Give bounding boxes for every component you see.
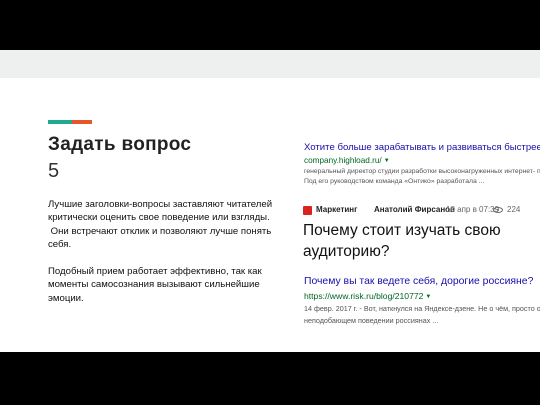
search-result-1-description: Под его руководством команда «Онтико» ра… [304,177,485,185]
search-result-1-title-link[interactable]: Хотите больше зарабатывать и развиваться… [304,141,540,154]
body-line: Подобный прием работает эффективно, так … [48,266,262,278]
search-result-2-description: неподобающем поведении россиянах ... [304,315,439,325]
caret-down-icon[interactable]: ▼ [425,294,431,300]
search-result-2: Почему вы так ведете себя, дорогие росси… [304,275,540,326]
body-line: Лучшие заголовки-вопросы заставляют чита… [48,199,273,210]
screen: Задать вопрос 5 Лучшие заголовки-вопросы… [0,0,540,405]
article-title[interactable]: Почему стоит изучать свою аудиторию? [303,220,535,262]
article-views: 224 [507,205,521,214]
slide: Задать вопрос 5 Лучшие заголовки-вопросы… [0,78,540,352]
article-title-line[interactable]: Почему стоит изучать свою [303,220,535,241]
article-category[interactable]: Маркетинг [316,205,357,214]
search-result-1-url-text[interactable]: company.highload.ru/ [304,156,382,165]
accent-orange-segment [72,120,92,124]
search-result-2-description: 14 февр. 2017 г. - Вот, наткнулся на Янд… [304,304,540,313]
search-result-2-url-text[interactable]: https://www.risk.ru/blog/210772 [304,291,423,301]
square-logo-icon [303,206,312,215]
slide-title: Задать вопрос [48,134,192,155]
body-line: моменты самосознания вызывают сильнейшие [48,279,260,291]
body-line: критически оценить свое поведение или вз… [48,212,270,224]
slide-number: 5 [48,160,60,182]
body-line: Они встречают отклик и позволяют лучше п… [48,225,272,237]
article-title-line[interactable]: аудиторию? [303,241,535,262]
article-meta: Маркетинг Анатолий Фирсанов 10 апр в 07:… [303,204,533,218]
top-band [0,50,540,78]
search-result-2-url[interactable]: https://www.risk.ru/blog/210772 ▼ [304,290,538,303]
body-line: эмоции. [48,292,84,304]
body-text: Лучшие заголовки-вопросы заставляют чита… [48,198,276,305]
eye-icon [493,207,503,213]
search-result-2-title-link[interactable]: Почему вы так ведете себя, дорогие росси… [304,275,538,289]
article-date: 10 апр в 07:39 [446,205,500,214]
search-result-1-url[interactable]: company.highload.ru/▼ [304,155,534,167]
article-author[interactable]: Анатолий Фирсанов [374,205,455,214]
search-result-1-description: генеральный директор студии разработки в… [304,168,540,175]
accent-green-segment [48,120,72,124]
caret-down-icon[interactable]: ▼ [384,158,390,164]
body-line: себя. [48,239,72,251]
search-result-1: Хотите больше зарабатывать и развиваться… [304,141,540,186]
